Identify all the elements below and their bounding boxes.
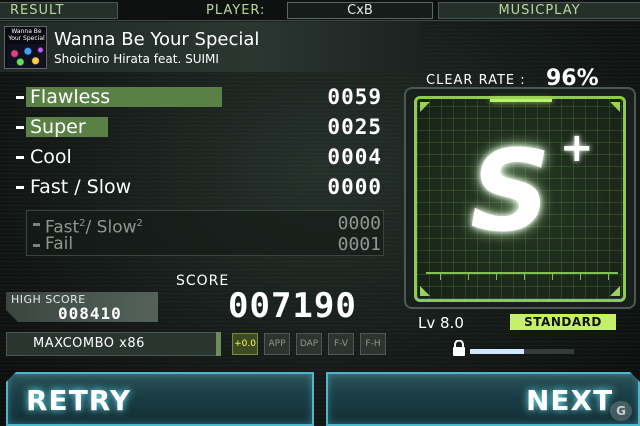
option-flip-horizontal: F-H	[360, 333, 386, 355]
result-tab: RESULT	[0, 2, 118, 19]
clear-rate-label: CLEAR RATE :	[426, 73, 526, 88]
option-speed: +0.0	[232, 333, 258, 355]
grade-gauge-line	[426, 272, 618, 274]
option-dap: DAP	[296, 333, 322, 355]
maxcombo-edge	[216, 332, 221, 356]
judgement-label: Super	[30, 116, 86, 138]
gauge-tick	[580, 274, 581, 280]
sub-label: Fail	[45, 234, 74, 254]
difficulty-badge: STANDARD	[510, 314, 616, 330]
judgement-row-fast-slow: Fast / Slow 0000	[2, 174, 386, 200]
judgement-row-super: Super 0025	[2, 114, 386, 140]
row-marker	[33, 244, 40, 247]
lock-icon	[453, 340, 465, 356]
grade-top-glow	[490, 99, 552, 102]
judgement-count: 0059	[327, 85, 382, 109]
judgement-label: Flawless	[30, 86, 111, 108]
row-marker	[16, 186, 24, 189]
row-marker	[16, 126, 24, 129]
judgement-count: 0000	[327, 175, 382, 199]
retry-button-label[interactable]: RETRY	[26, 384, 131, 417]
score-value: 007190	[228, 286, 357, 326]
next-button-label[interactable]: NEXT	[526, 384, 613, 417]
judgement-row-flawless: Flawless 0059	[2, 84, 386, 110]
sub-count: 0000	[337, 213, 381, 234]
player-label: PLAYER:	[206, 3, 266, 18]
song-jacket: Wanna Be Your Special	[4, 26, 47, 69]
gauge-tick	[440, 274, 441, 280]
sub-count: 0001	[337, 234, 381, 255]
mode-tab: MUSICPLAY	[438, 2, 640, 19]
judgement-row-cool: Cool 0004	[2, 144, 386, 170]
result-screen: RESULT PLAYER: CxB MUSICPLAY Wanna Be Yo…	[0, 0, 640, 426]
sub-row-fail: Fail 0001	[27, 234, 385, 256]
maxcombo-display: MAXCOMBO x86	[6, 332, 220, 356]
song-title: Wanna Be Your Special	[54, 29, 260, 50]
option-flip-vertical: F-V	[328, 333, 354, 355]
judgement-label: Cool	[30, 146, 72, 168]
unlock-progress-bar	[470, 349, 574, 354]
unlock-progress-fill	[470, 349, 525, 354]
jacket-title: Wanna Be Your Special	[8, 28, 45, 42]
judgement-label: Fast / Slow	[30, 176, 132, 198]
sub-row-fast-slow-squared: Fast2/ Slow2 0000	[27, 213, 385, 238]
score-label: SCORE	[176, 273, 230, 289]
row-marker	[16, 156, 24, 159]
grade-letter: S	[470, 127, 551, 257]
gauge-tick	[552, 274, 553, 280]
grade-plus: +	[560, 125, 594, 171]
level-label: Lv 8.0	[418, 314, 464, 332]
gauge-tick	[524, 274, 525, 280]
jacket-art	[7, 44, 45, 68]
song-artist: Shoichiro Hirata feat. SUIMI	[54, 52, 219, 66]
gauge-tick	[496, 274, 497, 280]
player-name: CxB	[287, 2, 433, 19]
gauge-tick	[608, 274, 609, 280]
superscript: 2	[136, 218, 143, 229]
high-score-value: 008410	[58, 304, 122, 323]
row-marker	[16, 96, 24, 99]
judgement-count: 0004	[327, 145, 382, 169]
sub-judgement-box: Fast2/ Slow2 0000 Fail 0001	[26, 210, 384, 256]
watermark-logo: G	[610, 401, 632, 421]
judgement-count: 0025	[327, 115, 382, 139]
gauge-tick	[468, 274, 469, 280]
option-app: APP	[264, 333, 290, 355]
row-marker	[33, 223, 40, 226]
